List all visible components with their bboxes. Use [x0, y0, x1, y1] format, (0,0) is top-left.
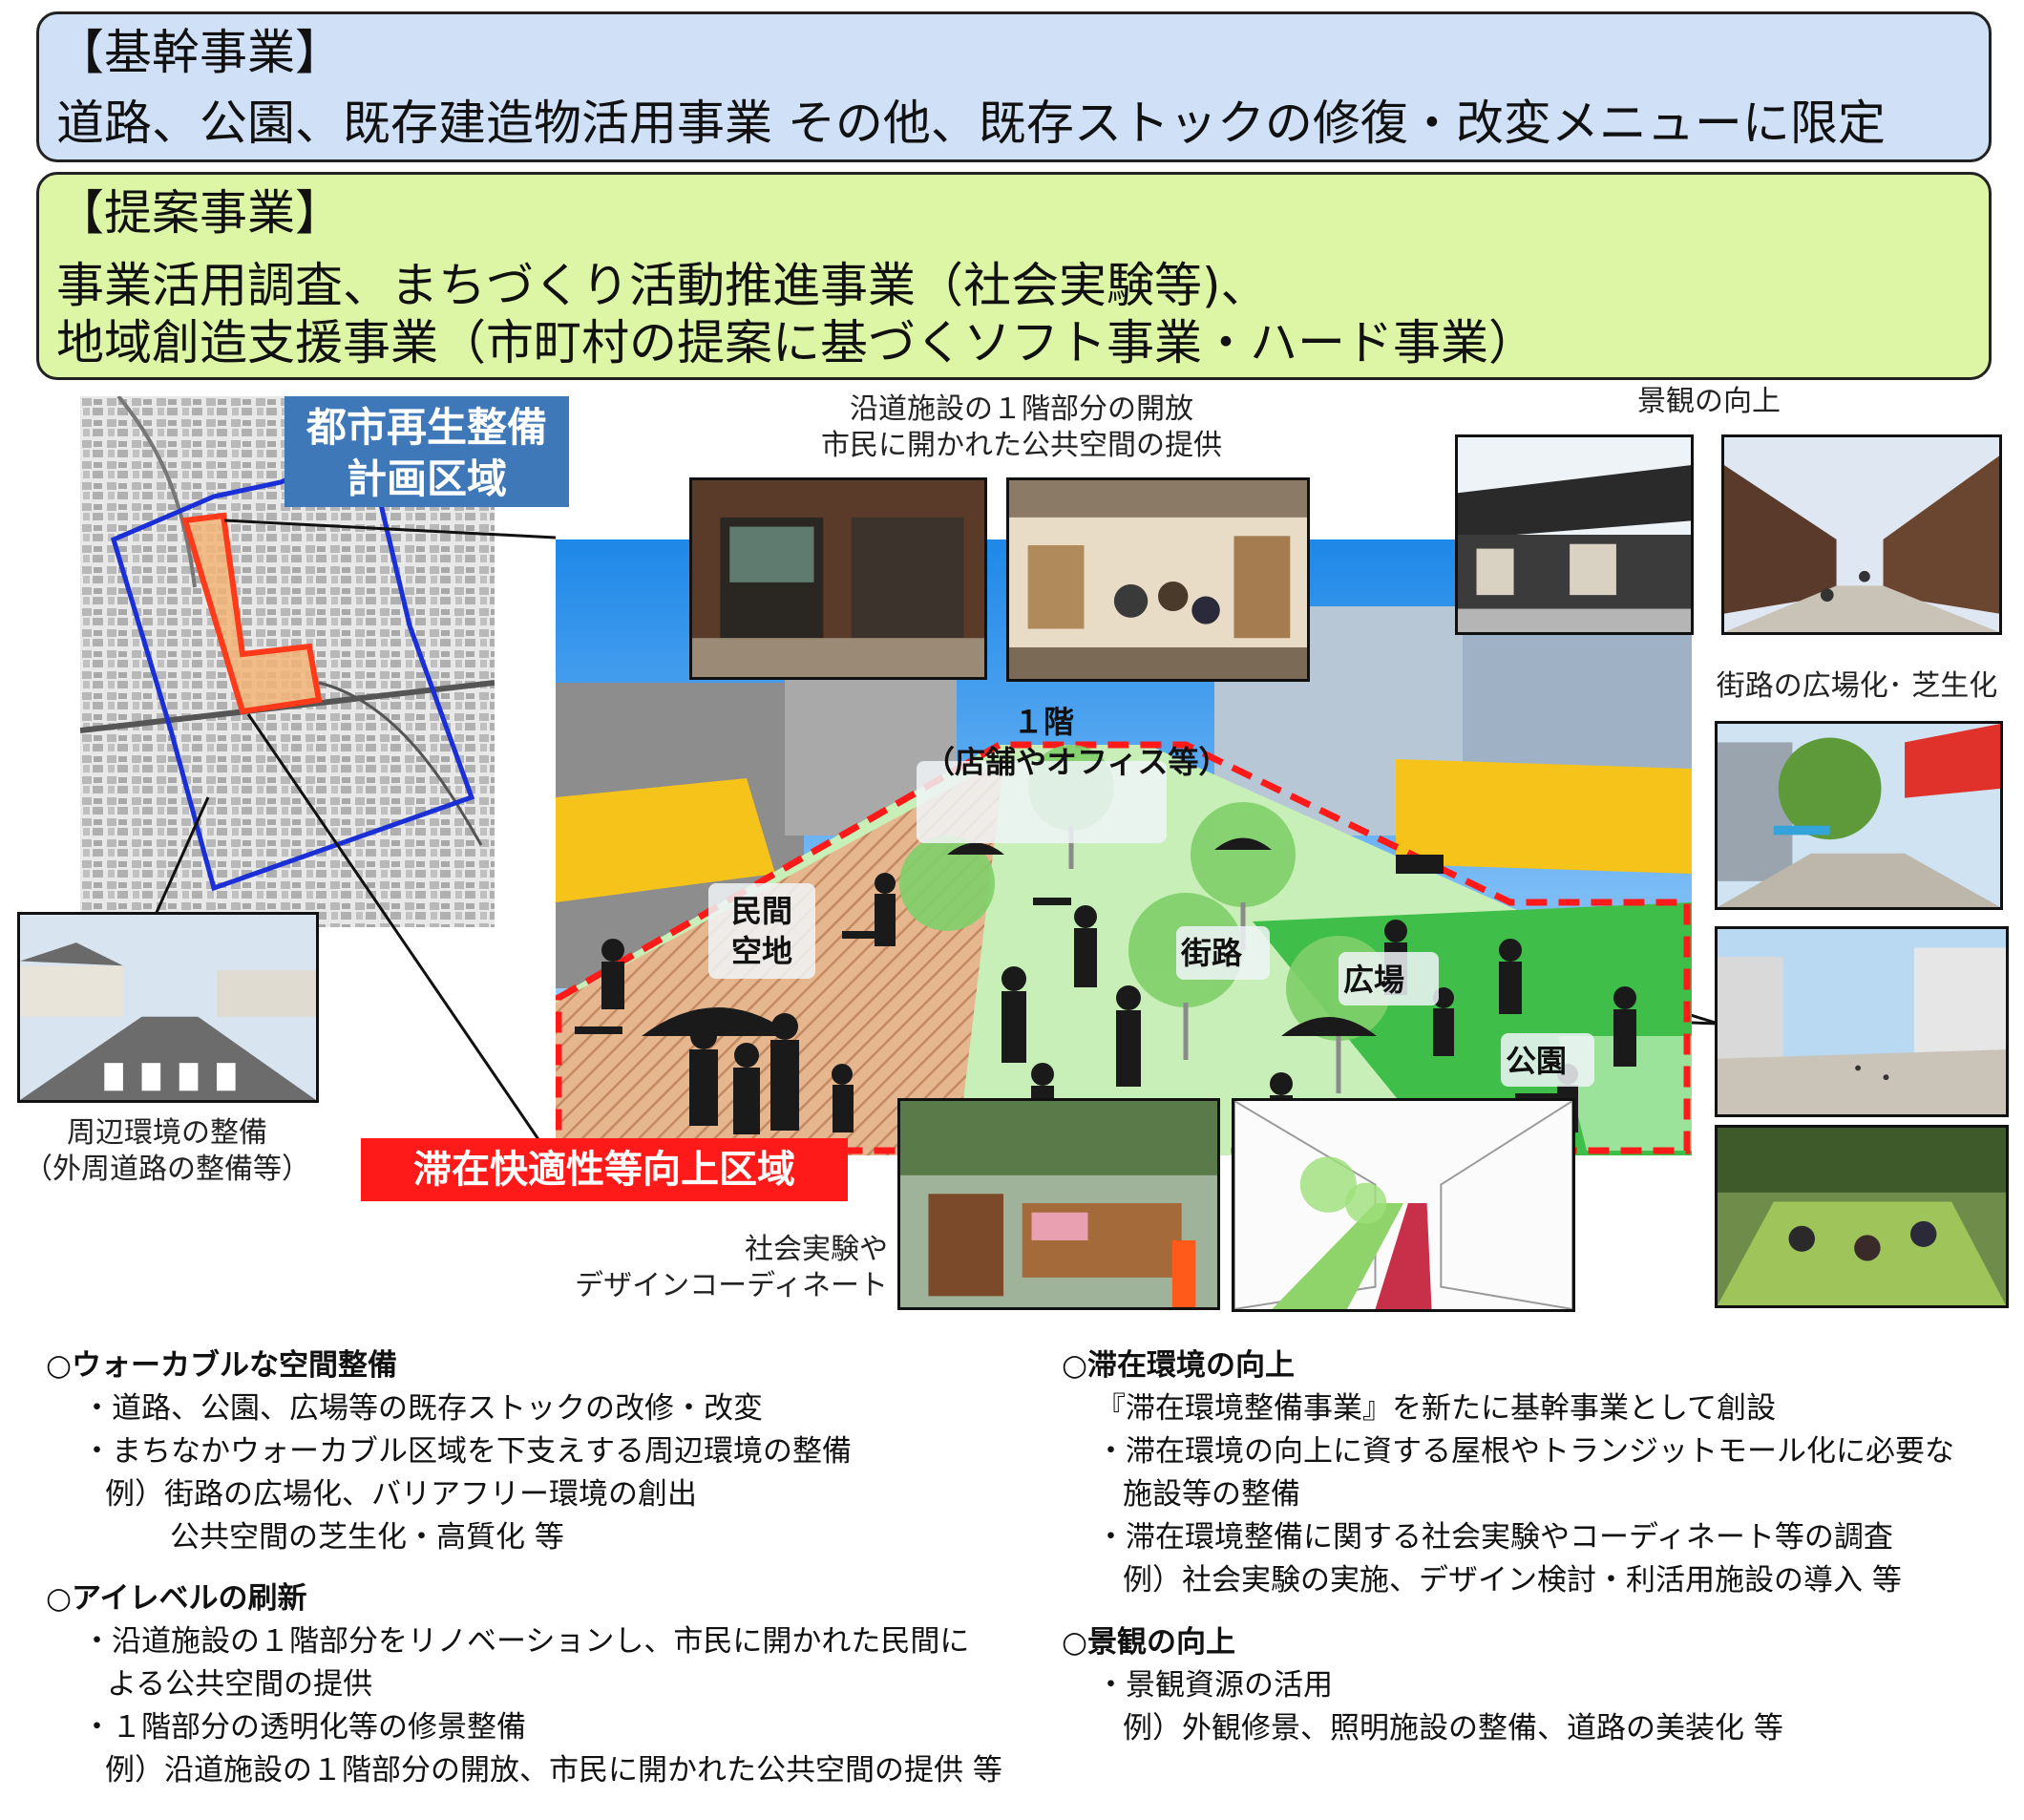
section-walkable-heading: ○ウォーカブルな空間整備: [46, 1348, 398, 1383]
section-stay-line2: ・滞在環境の向上に資する屋根やトランジットモール化に必要な: [1096, 1434, 1954, 1469]
caption-surrounding-environment: 周辺環境の整備 （外周道路の整備等）: [10, 1115, 325, 1188]
photo-plaza-open-street: [1715, 926, 2009, 1117]
section-walkable-line3: 例）街路の広場化、バリアフリー環境の創出: [105, 1477, 697, 1512]
caption-experiment: 社会実験や デザインコーディネート: [563, 1232, 888, 1304]
first-floor-label-line1: １階: [1012, 704, 1074, 740]
section-stay-heading: ○滞在環境の向上: [1062, 1348, 1296, 1383]
plaza-label: 広場: [1343, 962, 1405, 998]
photo-open-public-space: [1006, 477, 1310, 682]
section-eye-level-line3: ・１階部分の透明化等の修景整備: [82, 1710, 526, 1745]
section-landscape-heading: ○景観の向上: [1062, 1625, 1236, 1660]
caption-ground-floor-open-line1: 沿道施設の１階部分の開放: [850, 392, 1193, 426]
section-walkable-space: ○ウォーカブルな空間整備 ・道路、公園、広場等の既存ストックの改修・改変 ・まち…: [46, 1344, 852, 1559]
private-open-space-line1: 民間: [730, 893, 792, 929]
caption-experiment-line1: 社会実験や: [745, 1233, 888, 1266]
photo-design-sketch: [1232, 1098, 1575, 1312]
caption-ground-floor-open-line2: 市民に開かれた公共空間の提供: [821, 429, 1222, 462]
caption-experiment-line2: デザインコーディネート: [575, 1269, 888, 1302]
private-open-space-line2: 空地: [730, 933, 792, 969]
photo-social-experiment: [897, 1098, 1220, 1310]
section-stay-line1: 『滞在環境整備事業』を新たに基幹事業として創設: [1096, 1391, 1777, 1426]
section-walkable-line2: ・まちなかウォーカブル区域を下支えする周辺環境の整備: [82, 1434, 852, 1469]
caption-surrounding-line2: （外周道路の整備等）: [24, 1153, 310, 1186]
section-walkable-line1: ・道路、公園、広場等の既存ストックの改修・改変: [82, 1391, 763, 1426]
photo-historic-warehouse: [1455, 434, 1694, 635]
section-stay-line3: 施設等の整備: [1123, 1477, 1300, 1512]
section-stay-line4: ・滞在環境整備に関する社会実験やコーディネート等の調査: [1096, 1520, 1893, 1555]
photo-lawn-park: [1715, 1125, 2009, 1308]
section-landscape-line2: 例）外観修景、照明施設の整備、道路の美装化 等: [1123, 1711, 1783, 1746]
section-eye-level-line4: 例）沿道施設の１階部分の開放、市民に開かれた公共空間の提供 等: [105, 1753, 1002, 1788]
caption-street-plaza: 街路の広場化･ 芝生化: [1716, 669, 1998, 703]
photo-surrounding-road: [17, 912, 319, 1103]
caption-landscape: 景観の向上: [1637, 385, 1781, 418]
section-eye-level-line2: よる公共空間の提供: [107, 1667, 373, 1702]
photo-cafe-storefront: [689, 477, 987, 680]
section-eye-level: ○アイレベルの刷新 ・沿道施設の１階部分をリノベーションし、市民に開かれた民間に…: [46, 1577, 1002, 1792]
photo-street-plaza: [1715, 721, 2003, 910]
section-stay-line5: 例）社会実験の実施、デザイン検討・利活用施設の導入 等: [1123, 1563, 1902, 1598]
street-label: 街路: [1181, 935, 1243, 971]
caption-surrounding-line1: 周辺環境の整備: [67, 1116, 267, 1150]
photo-historic-street: [1721, 434, 2002, 635]
section-eye-level-heading: ○アイレベルの刷新: [46, 1581, 307, 1616]
section-landscape: ○景観の向上 ・景観資源の活用 例）外観修景、照明施設の整備、道路の美装化 等: [1062, 1621, 1783, 1750]
section-eye-level-line1: ・沿道施設の１階部分をリノベーションし、市民に開かれた民間に: [82, 1624, 970, 1659]
park-label: 公園: [1506, 1043, 1568, 1079]
caption-ground-floor-open: 沿道施設の１階部分の開放 市民に開かれた公共空間の提供: [745, 392, 1298, 464]
section-walkable-line4: 公共空間の芝生化・高質化 等: [170, 1520, 564, 1555]
first-floor-label: １階 （店舗やオフィス等）: [924, 702, 1230, 782]
section-landscape-line1: ・景観資源の活用: [1096, 1668, 1333, 1703]
stay-zone-label: 滞在快適性等向上区域: [361, 1138, 848, 1201]
section-stay-environment: ○滞在環境の向上 『滞在環境整備事業』を新たに基幹事業として創設 ・滞在環境の向…: [1062, 1344, 1954, 1602]
first-floor-label-line2: （店舗やオフィス等）: [924, 744, 1230, 780]
private-open-space-label: 民間 空地: [712, 891, 812, 971]
